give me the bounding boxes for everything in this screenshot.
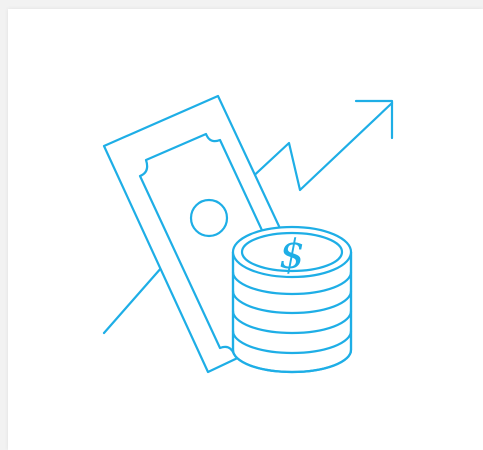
- coin-stack-icon: $: [231, 225, 353, 374]
- dollar-sign-icon: $: [279, 232, 304, 278]
- money-growth-illustration: $: [102, 94, 394, 374]
